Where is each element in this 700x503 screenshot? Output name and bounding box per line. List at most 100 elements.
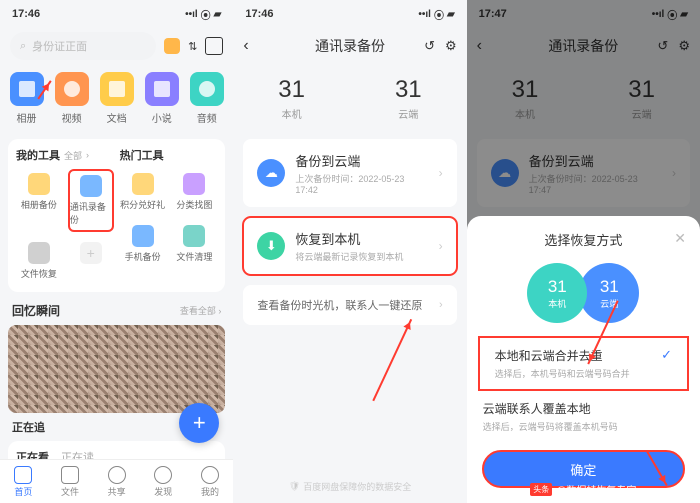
cat-doc[interactable]: 文档 — [100, 72, 134, 125]
backup-to-cloud: ☁ 备份到云端上次备份时间：2022-05-23 17:47 › — [477, 139, 690, 207]
status-indicators: ••ıl ⦿ ▰ — [185, 7, 221, 22]
search-row: ⌕ 身份证正面 ⇅ — [0, 28, 233, 64]
tab-discover[interactable]: 发现 — [154, 466, 172, 498]
confirm-button[interactable]: 确定 — [483, 451, 684, 487]
cloud-upload-icon: ☁ — [257, 159, 285, 187]
home-icon — [14, 466, 32, 484]
my-tools-title: 我的工具 — [16, 147, 60, 163]
novel-icon — [145, 72, 179, 106]
transfer-icon[interactable]: ⇅ — [188, 41, 197, 53]
shield-icon: 🛡 — [289, 481, 300, 492]
tab-home[interactable]: 首页 — [14, 466, 32, 498]
wifi-icon: ⦿ — [201, 7, 211, 22]
tab-files[interactable]: 文件 — [61, 466, 79, 498]
file-recover-icon — [28, 242, 50, 264]
contacts-backup-icon — [80, 175, 102, 197]
album-icon — [10, 72, 44, 106]
memories-title: 回忆瞬间 — [12, 302, 60, 319]
scan-icon[interactable] — [205, 37, 223, 55]
me-icon — [201, 466, 219, 484]
circle-cloud: 31云端 — [579, 263, 639, 323]
count-circles: 31本机 31云端 — [467, 249, 700, 337]
close-icon[interactable]: ✕ — [674, 230, 686, 247]
video-icon — [55, 72, 89, 106]
my-tools-col: 我的工具 全部› 相册备份 通讯录备份 文件恢复 + — [16, 147, 114, 284]
status-time: 17:46 — [245, 8, 273, 20]
battery-icon: ▰ — [214, 9, 222, 20]
tab-me[interactable]: 我的 — [201, 466, 219, 498]
footer-note: 🛡 百度网盘保障你的数据安全 — [233, 480, 466, 493]
plus-icon: + — [80, 242, 102, 264]
tool-phone-backup[interactable]: 手机备份 — [120, 221, 166, 267]
hot-tools-col: 热门工具 积分兑好礼 分类找图 手机备份 文件清理 — [120, 147, 218, 284]
memory-thumbnail[interactable] — [8, 325, 225, 413]
history-icon[interactable]: ↺ — [657, 38, 668, 54]
cat-audio[interactable]: 音频 — [190, 72, 224, 125]
status-time: 17:46 — [12, 8, 40, 20]
files-icon — [61, 466, 79, 484]
search-input[interactable]: ⌕ 身份证正面 — [10, 32, 156, 60]
phone-home: 17:46 ••ıl ⦿ ▰ ⌕ 身份证正面 ⇅ 相册 视频 文档 小说 音频 … — [0, 0, 233, 503]
chevron-icon: › — [439, 239, 443, 253]
memories-header: 回忆瞬间 查看全部 › — [0, 296, 233, 325]
tools-card: 我的工具 全部› 相册备份 通讯录备份 文件恢复 + 热门工具 积分兑好礼 分类… — [8, 139, 225, 292]
check-icon: ✓ — [661, 347, 672, 363]
phone-restore-sheet: 17:47 ••ıl⦿▰ ‹ 通讯录备份 ↺⚙ 31本机 31云端 ☁ 备份到云… — [467, 0, 700, 503]
back-button[interactable]: ‹ — [243, 37, 248, 55]
tool-contacts-backup[interactable]: 通讯录备份 — [68, 169, 114, 232]
nav-bar: ‹ 通讯录备份 ↺ ⚙ — [233, 28, 466, 64]
method-overwrite[interactable]: 云端联系人覆盖本地 选择后，云端号码将覆盖本机号码 — [467, 390, 700, 443]
settings-icon[interactable]: ⚙ — [678, 38, 690, 54]
sort-icon[interactable] — [164, 38, 180, 54]
status-bar: 17:46 ••ıl ⦿ ▰ — [0, 0, 233, 28]
settings-icon[interactable]: ⚙ — [445, 38, 457, 54]
counts-row: 31本机 31云端 — [467, 64, 700, 139]
memories-view-all[interactable]: 查看全部 › — [180, 304, 222, 317]
tool-add[interactable]: + — [68, 238, 114, 284]
count-cloud: 31云端 — [395, 76, 422, 121]
tool-classify[interactable]: 分类找图 — [172, 169, 218, 215]
signal-icon: ••ıl — [185, 9, 198, 20]
nav-bar: ‹ 通讯录备份 ↺ ⚙ — [467, 28, 700, 64]
tool-points[interactable]: 积分兑好礼 — [120, 169, 166, 215]
phone-backup-icon — [132, 225, 154, 247]
annotation-arrow — [373, 319, 412, 401]
search-placeholder: 身份证正面 — [32, 38, 87, 54]
chevron-icon: › — [439, 299, 443, 311]
tool-file-recover[interactable]: 文件恢复 — [16, 238, 62, 284]
tab-share[interactable]: 共享 — [108, 466, 126, 498]
status-time: 17:47 — [479, 8, 507, 20]
tool-cleanup[interactable]: 文件清理 — [172, 221, 218, 267]
cloud-download-icon: ⬇ — [257, 232, 285, 260]
status-bar: 17:46 ••ıl⦿▰ — [233, 0, 466, 28]
hot-tools-title: 热门工具 — [120, 147, 164, 163]
history-icon[interactable]: ↺ — [424, 38, 435, 54]
history-link[interactable]: 查看备份时光机，联系人一键还原 › — [243, 285, 456, 325]
back-button[interactable]: ‹ — [477, 37, 482, 55]
phone-backup-detail: 17:46 ••ıl⦿▰ ‹ 通讯录备份 ↺ ⚙ 31本机 31云端 ☁ 备份到… — [233, 0, 466, 503]
points-icon — [132, 173, 154, 195]
audio-icon — [190, 72, 224, 106]
counts-row: 31本机 31云端 — [233, 64, 466, 139]
restore-to-local[interactable]: ⬇ 恢复到本机将云端最新记录恢复到本机 › — [243, 217, 456, 275]
album-backup-icon — [28, 173, 50, 195]
tab-bar: 首页 文件 共享 发现 我的 — [0, 459, 233, 503]
search-icon: ⌕ — [20, 40, 26, 53]
share-icon — [108, 466, 126, 484]
method-merge[interactable]: 本地和云端合并去重 选择后，本机号码和云端号码合并 ✓ — [479, 337, 688, 390]
nav-title: 通讯录备份 — [548, 36, 618, 56]
sheet-title: 选择恢复方式 ✕ — [467, 230, 700, 249]
discover-icon — [154, 466, 172, 484]
backup-to-cloud[interactable]: ☁ 备份到云端上次备份时间：2022-05-23 17:42 › — [243, 139, 456, 207]
classify-icon — [183, 173, 205, 195]
cleanup-icon — [183, 225, 205, 247]
cat-novel[interactable]: 小说 — [145, 72, 179, 125]
cat-video[interactable]: 视频 — [55, 72, 89, 125]
chevron-icon: › — [439, 166, 443, 180]
cloud-upload-icon: ☁ — [491, 159, 519, 187]
count-local: 31本机 — [278, 76, 305, 121]
category-row: 相册 视频 文档 小说 音频 — [0, 64, 233, 135]
all-link[interactable]: 全部 — [64, 149, 82, 162]
restore-method-sheet: 选择恢复方式 ✕ 31本机 31云端 本地和云端合并去重 选择后，本机号码和云端… — [467, 216, 700, 503]
tool-album-backup[interactable]: 相册备份 — [16, 169, 62, 232]
